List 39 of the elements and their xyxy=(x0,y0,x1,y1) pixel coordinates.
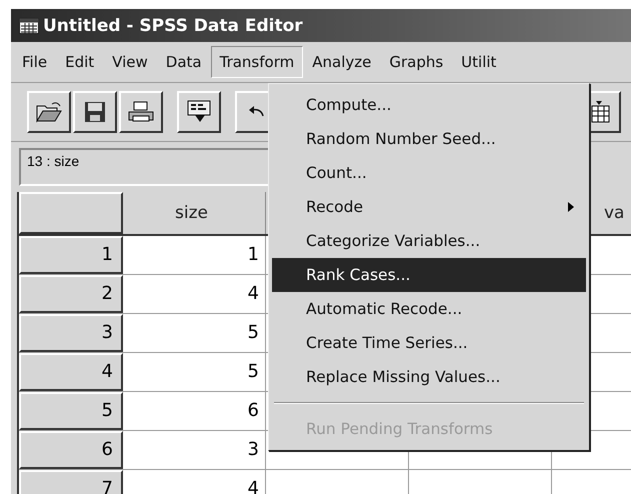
row-header[interactable]: 5 xyxy=(19,392,123,430)
menu-item[interactable]: Transform xyxy=(210,46,304,78)
menu-item[interactable]: Utilit xyxy=(452,46,506,78)
table-cell: 4 xyxy=(123,275,266,313)
menu-option[interactable]: Create Time Series... xyxy=(272,326,586,360)
save-icon[interactable] xyxy=(73,91,117,133)
row-header[interactable]: 6 xyxy=(19,431,123,469)
window-title: Untitled - SPSS Data Editor xyxy=(43,16,303,36)
open-folder-icon[interactable] xyxy=(27,91,71,133)
menu-option[interactable]: Rank Cases... xyxy=(272,258,586,292)
menu-item[interactable]: Data xyxy=(156,46,211,78)
grid-icon xyxy=(19,18,39,34)
menu-item[interactable]: Analyze xyxy=(303,46,380,78)
submenu-arrow-icon xyxy=(568,202,574,212)
menu-option[interactable]: Categorize Variables... xyxy=(272,224,586,258)
row-header[interactable]: 1 xyxy=(19,236,123,274)
menu-option[interactable]: Random Number Seed... xyxy=(272,122,586,156)
menu-item[interactable]: File xyxy=(13,46,56,78)
table-cell: 5 xyxy=(123,314,266,352)
menu-option[interactable]: Recode xyxy=(272,190,586,224)
table-cell: 1 xyxy=(123,236,266,274)
row-header[interactable]: 2 xyxy=(19,275,123,313)
menu-item[interactable]: View xyxy=(103,46,157,78)
table-cell: 5 xyxy=(123,353,266,391)
table-cell: 6 xyxy=(123,392,266,430)
menu-option[interactable]: Automatic Recode... xyxy=(272,292,586,326)
menu-option[interactable]: Count... xyxy=(272,156,586,190)
dialog-recall-icon[interactable] xyxy=(177,91,221,133)
menu-item[interactable]: Edit xyxy=(56,46,104,78)
row-header[interactable]: 7 xyxy=(19,470,123,494)
print-icon[interactable] xyxy=(119,91,163,133)
table-cell: 3 xyxy=(123,431,266,469)
menu-option[interactable]: Replace Missing Values... xyxy=(272,360,586,394)
corner-header[interactable] xyxy=(19,192,123,234)
menu-option[interactable]: Compute... xyxy=(272,88,586,122)
row-header[interactable]: 3 xyxy=(19,314,123,352)
row-header[interactable]: 4 xyxy=(19,353,123,391)
menu-item[interactable]: Graphs xyxy=(380,46,452,78)
table-cell: 4 xyxy=(123,470,266,494)
